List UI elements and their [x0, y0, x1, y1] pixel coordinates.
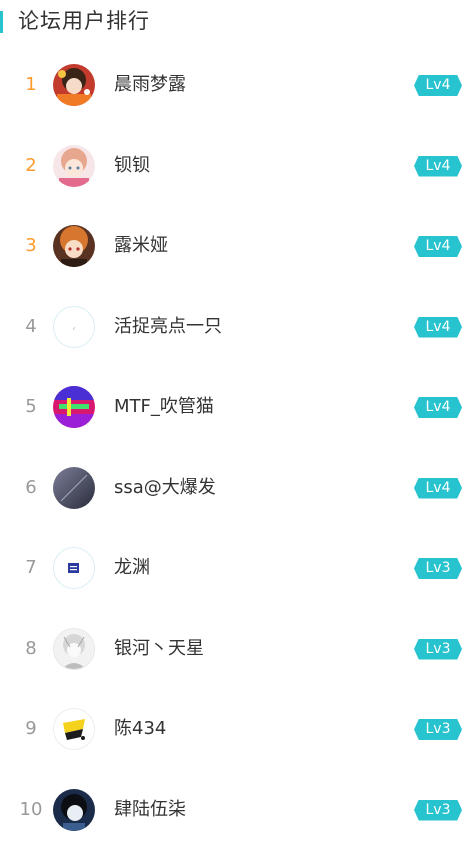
level-badge: Lv4 [414, 156, 462, 177]
rank-number: 5 [16, 367, 46, 448]
ranking-row[interactable]: 8 银河丶天星 Lv3 [0, 609, 471, 690]
avatar[interactable] [53, 708, 95, 750]
level-badge: Lv4 [414, 317, 462, 338]
rank-number: 4 [16, 287, 46, 368]
rank-number: 1 [16, 45, 46, 126]
rank-number: 10 [16, 770, 46, 850]
avatar[interactable] [53, 145, 95, 187]
rank-number: 9 [16, 689, 46, 770]
ranking-row[interactable]: 7 龙渊 Lv3 [0, 528, 471, 609]
level-badge: Lv4 [414, 236, 462, 257]
user-ranking-list: 1 晨雨梦露 Lv4 2 钡钡 [0, 45, 471, 850]
level-badge: Lv3 [414, 800, 462, 821]
rank-number: 2 [16, 126, 46, 207]
username[interactable]: 陈434 [114, 689, 166, 770]
level-badge: Lv3 [414, 639, 462, 660]
avatar[interactable] [53, 789, 95, 831]
ranking-row[interactable]: 3 露米娅 Lv4 [0, 206, 471, 287]
username[interactable]: MTF_吹管猫 [114, 367, 214, 448]
rank-number: 8 [16, 609, 46, 690]
leaderboard-header: 论坛用户排行 [0, 0, 471, 44]
level-badge: Lv4 [414, 75, 462, 96]
rank-number: 3 [16, 206, 46, 287]
avatar[interactable] [53, 547, 95, 589]
avatar[interactable] [53, 628, 95, 670]
level-badge: Lv3 [414, 558, 462, 579]
ranking-row[interactable]: 1 晨雨梦露 Lv4 [0, 45, 471, 126]
ranking-row[interactable]: 10 肆陆伍柒 Lv3 [0, 770, 471, 850]
username[interactable]: 银河丶天星 [114, 609, 204, 690]
avatar[interactable] [53, 467, 95, 509]
avatar[interactable] [53, 306, 95, 348]
ranking-row[interactable]: 9 陈434 Lv3 [0, 689, 471, 770]
rank-number: 6 [16, 448, 46, 529]
username[interactable]: 晨雨梦露 [114, 45, 186, 126]
ranking-row[interactable]: 4 活捉亮点一只 Lv4 [0, 287, 471, 368]
username[interactable]: 龙渊 [114, 528, 150, 609]
username[interactable]: 活捉亮点一只 [114, 287, 222, 368]
username[interactable]: ssa@大爆发 [114, 448, 216, 529]
username[interactable]: 钡钡 [114, 126, 150, 207]
username[interactable]: 露米娅 [114, 206, 168, 287]
username[interactable]: 肆陆伍柒 [114, 770, 186, 850]
level-badge: Lv4 [414, 397, 462, 418]
header-accent-bar [0, 11, 3, 33]
ranking-row[interactable]: 5 MTF_吹管猫 Lv4 [0, 367, 471, 448]
page-title: 论坛用户排行 [18, 5, 150, 37]
ranking-row[interactable]: 6 ssa@大爆发 Lv4 [0, 448, 471, 529]
ranking-row[interactable]: 2 钡钡 Lv4 [0, 126, 471, 207]
avatar[interactable] [53, 64, 95, 106]
rank-number: 7 [16, 528, 46, 609]
level-badge: Lv4 [414, 478, 462, 499]
avatar[interactable] [53, 386, 95, 428]
avatar[interactable] [53, 225, 95, 267]
level-badge: Lv3 [414, 719, 462, 740]
